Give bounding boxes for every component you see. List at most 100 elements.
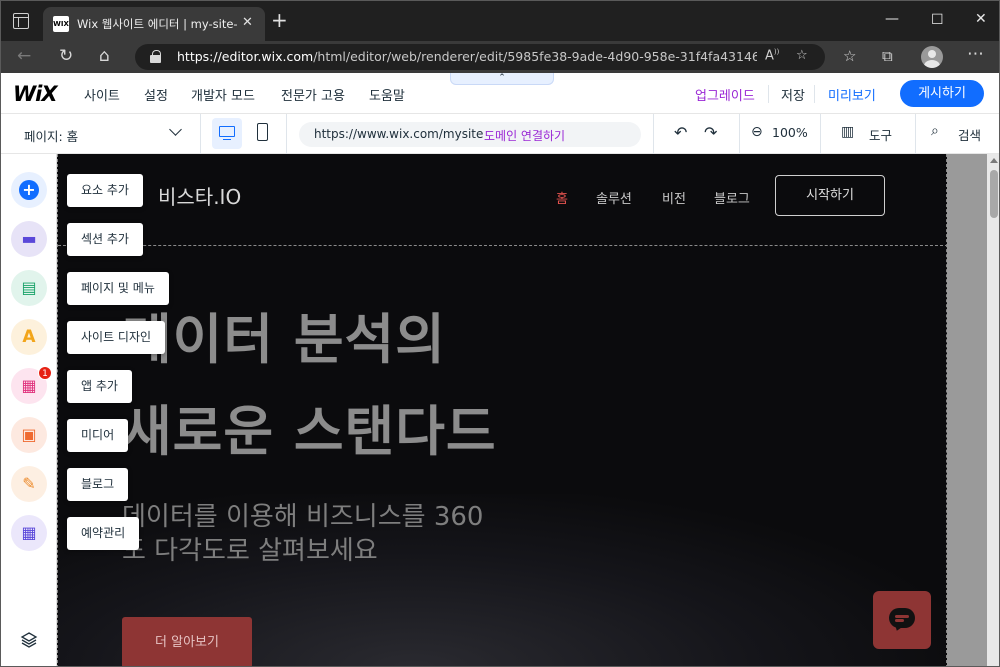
vertical-scrollbar[interactable] xyxy=(987,154,999,666)
pages-icon: ▤ xyxy=(21,278,37,297)
plus-icon: + xyxy=(11,172,47,208)
section-icon: ▬ xyxy=(21,229,37,248)
preview-button[interactable]: 미리보기 xyxy=(828,85,876,104)
redo-icon[interactable]: ↷ xyxy=(704,123,717,142)
editor-canvas[interactable]: 비스타.IO 홈 솔루션 비전 블로그 시작하기 데이터 분석의 새로운 스탠다… xyxy=(57,154,947,666)
site-nav-solutions[interactable]: 솔루션 xyxy=(596,188,632,207)
add-section-button[interactable]: ▬ xyxy=(11,221,47,257)
back-icon[interactable]: ← xyxy=(17,45,31,67)
refresh-icon[interactable]: ↻ xyxy=(59,45,73,67)
tooltip-bookings[interactable]: 예약관리 xyxy=(67,517,140,550)
hero-title[interactable]: 데이터 분석의 새로운 스탠다드 xyxy=(122,294,822,478)
tooltip-site-design[interactable]: 사이트 디자인 xyxy=(67,321,166,354)
menu-dev-mode[interactable]: 개발자 모드 xyxy=(191,85,255,104)
calendar-icon: ▦ xyxy=(21,523,37,542)
profile-avatar[interactable] xyxy=(921,46,943,68)
browser-window: WIX Wix 웹사이트 에디터 | my-site-4 ✕ + — ☐ ✕ ←… xyxy=(0,0,1000,667)
chat-button[interactable] xyxy=(873,591,931,649)
minimize-icon[interactable]: — xyxy=(885,11,899,27)
divider xyxy=(739,114,740,154)
tooltip-pages-menus[interactable]: 페이지 및 메뉴 xyxy=(67,272,169,305)
save-button[interactable]: 저장 xyxy=(781,85,805,104)
zoom-level[interactable]: 100% xyxy=(772,125,808,140)
tooltip-add-section[interactable]: 섹션 추가 xyxy=(67,223,143,256)
tooltip-media[interactable]: 미디어 xyxy=(67,419,129,452)
scroll-up-icon[interactable] xyxy=(990,158,998,163)
media-button[interactable]: ▣ xyxy=(11,417,47,453)
chevron-down-icon[interactable] xyxy=(169,123,182,136)
add-elements-button[interactable]: + xyxy=(11,172,47,208)
maximize-icon[interactable]: ☐ xyxy=(931,12,944,28)
chat-icon xyxy=(889,608,915,628)
canvas-gutter xyxy=(947,154,987,666)
tooltip-add-apps[interactable]: 앱 추가 xyxy=(67,370,132,403)
tools-icon[interactable]: ▥ xyxy=(841,124,854,140)
publish-button[interactable]: 게시하기 xyxy=(900,80,984,107)
design-icon: A xyxy=(22,327,36,347)
bookings-button[interactable]: ▦ xyxy=(11,515,47,551)
address-bar: ← ↻ ⌂ https://editor.wix.com/html/editor… xyxy=(1,41,999,73)
tab-title: Wix 웹사이트 에디터 | my-site-4 xyxy=(77,17,237,31)
undo-icon[interactable]: ↶ xyxy=(674,123,687,142)
divider xyxy=(653,114,654,154)
search-button[interactable]: 검색 xyxy=(958,125,981,144)
header-boundary xyxy=(58,245,946,246)
lock-icon[interactable] xyxy=(150,50,161,63)
wix-top-bar: WiX 사이트 설정 개발자 모드 전문가 고용 도움말 ⌃ 업그레이드 저장 … xyxy=(1,73,999,114)
wix-favicon-icon: WIX xyxy=(53,16,69,32)
page-selector[interactable]: 페이지: 홈 xyxy=(24,126,78,145)
favorite-star-icon[interactable]: ☆ xyxy=(796,48,808,63)
mobile-view-icon[interactable] xyxy=(257,123,268,141)
pages-menus-button[interactable]: ▤ xyxy=(11,270,47,306)
learn-more-button[interactable]: 더 알아보기 xyxy=(122,617,252,666)
site-url-pill: https://www.wix.com/mysite 도메인 연결하기 xyxy=(299,122,641,147)
menu-site[interactable]: 사이트 xyxy=(84,85,120,104)
site-url: https://www.wix.com/mysite xyxy=(314,127,484,141)
site-design-button[interactable]: A xyxy=(11,319,47,355)
new-tab-icon[interactable]: + xyxy=(271,10,288,30)
hero-subtitle[interactable]: 데이터를 이용해 비즈니스를 360 도 다각도로 살펴보세요 xyxy=(122,500,682,568)
get-started-button[interactable]: 시작하기 xyxy=(775,175,885,216)
window-close-icon[interactable]: ✕ xyxy=(975,11,987,27)
site-nav-vision[interactable]: 비전 xyxy=(662,188,686,207)
upgrade-link[interactable]: 업그레이드 xyxy=(695,85,755,104)
tooltip-add-elements[interactable]: 요소 추가 xyxy=(67,174,143,207)
collections-icon[interactable]: ⧉ xyxy=(882,47,893,65)
favorites-icon[interactable]: ☆ xyxy=(843,47,856,65)
apps-notification-badge: 1 xyxy=(38,366,52,380)
url-field[interactable]: https://editor.wix.com/html/editor/web/r… xyxy=(135,44,825,70)
tab-strip: WIX Wix 웹사이트 에디터 | my-site-4 ✕ + — ☐ ✕ xyxy=(1,1,999,41)
divider xyxy=(286,114,287,154)
divider xyxy=(814,85,815,103)
tab-actions-icon[interactable] xyxy=(13,13,29,29)
site-nav-home[interactable]: 홈 xyxy=(556,188,568,207)
close-tab-icon[interactable]: ✕ xyxy=(242,15,253,30)
zoom-out-icon[interactable]: ⊖ xyxy=(751,124,763,140)
desktop-view-icon[interactable] xyxy=(212,118,242,149)
connect-domain-link[interactable]: 도메인 연결하기 xyxy=(484,127,565,144)
tooltip-blog[interactable]: 블로그 xyxy=(67,468,129,501)
image-icon: ▣ xyxy=(21,425,37,444)
search-icon[interactable]: ⌕ xyxy=(931,123,939,139)
scroll-thumb[interactable] xyxy=(990,170,998,218)
blog-button[interactable]: ✎ xyxy=(11,466,47,502)
menu-hire-expert[interactable]: 전문가 고용 xyxy=(281,85,345,104)
home-icon[interactable]: ⌂ xyxy=(99,45,110,67)
read-aloud-icon[interactable]: A)) xyxy=(765,48,779,63)
more-options-icon[interactable]: ⋯ xyxy=(967,44,984,64)
wix-logo[interactable]: WiX xyxy=(13,82,58,106)
divider xyxy=(768,85,769,103)
menu-help[interactable]: 도움말 xyxy=(369,85,405,104)
tools-button[interactable]: 도구 xyxy=(869,125,892,144)
divider xyxy=(200,114,201,154)
layers-icon[interactable] xyxy=(20,631,38,649)
collapse-toolbar-toggle[interactable]: ⌃ xyxy=(450,73,554,85)
site-logo[interactable]: 비스타.IO xyxy=(158,181,241,210)
site-nav-blog[interactable]: 블로그 xyxy=(714,188,750,207)
menu-settings[interactable]: 설정 xyxy=(144,85,168,104)
browser-tab[interactable]: WIX Wix 웹사이트 에디터 | my-site-4 ✕ xyxy=(43,7,265,41)
left-tool-panel: + ▬ ▤ A ▦ ▣ ✎ ▦ xyxy=(1,154,57,666)
divider xyxy=(820,114,821,154)
url-text: https://editor.wix.com/html/editor/web/r… xyxy=(177,49,757,64)
pen-icon: ✎ xyxy=(22,474,36,493)
